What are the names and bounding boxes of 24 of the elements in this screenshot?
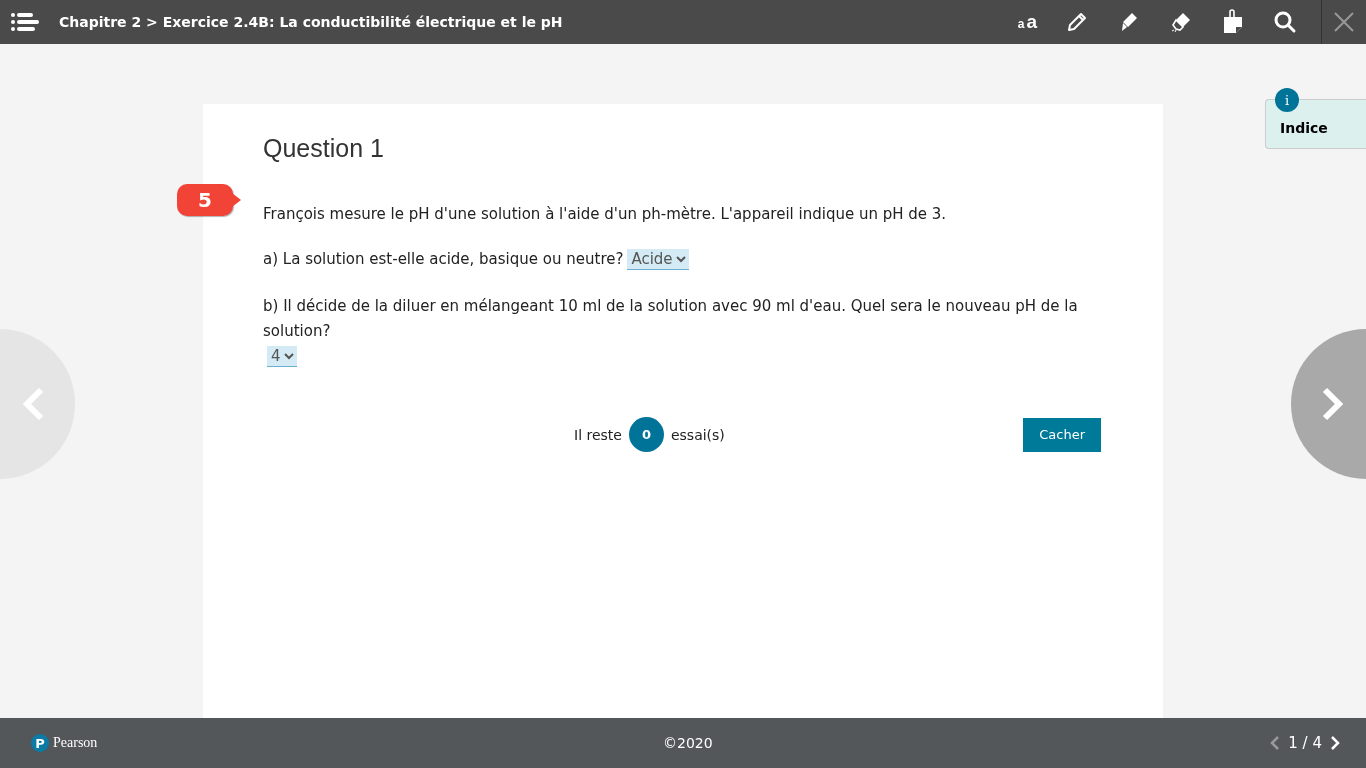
attempts-label: essai(s) [670,426,725,443]
close-icon[interactable] [1334,12,1354,32]
logo-text: Pearson [53,735,98,751]
sticky-note-icon[interactable] [1221,9,1245,35]
question-text: a) La solution est-elle acide, basique ou neutre? [263,249,624,270]
question-statement: François mesure le pH d'une solution à l'aide d'un ph-mètre. L'appareil indique un pH de 3. [263,204,948,225]
search-icon[interactable] [1273,10,1297,34]
logo-mark: P [31,734,49,752]
attempts-count: 0 [628,417,664,452]
menu-icon[interactable] [11,13,39,31]
eraser-icon[interactable] [1169,10,1193,34]
font-size-button[interactable]: aa [1017,11,1037,33]
breadcrumb-title: Chapitre 2 > Exercice 2.4B: La conductibilité électrique et le pH [59,14,563,30]
hide-button[interactable]: Cacher [1023,417,1101,452]
pencil-icon[interactable] [1065,10,1089,34]
question-title: Question 1 [263,134,385,163]
info-icon: i [1275,88,1299,112]
copyright-text: ©2020 [663,735,713,751]
next-page-icon[interactable] [1330,736,1340,750]
question-text: b) Il décide de la diluer en mélangeant 10 ml de la solution avec 90 ml d'eau. Quel sera le nouveau pH de la solution? [263,296,1079,342]
page-indicator: 1 / 4 [1288,734,1322,752]
attempts-label: Il reste [574,426,622,443]
answer-dropdown[interactable]: 4 [267,346,297,367]
answer-dropdown[interactable]: Acide [627,249,690,270]
